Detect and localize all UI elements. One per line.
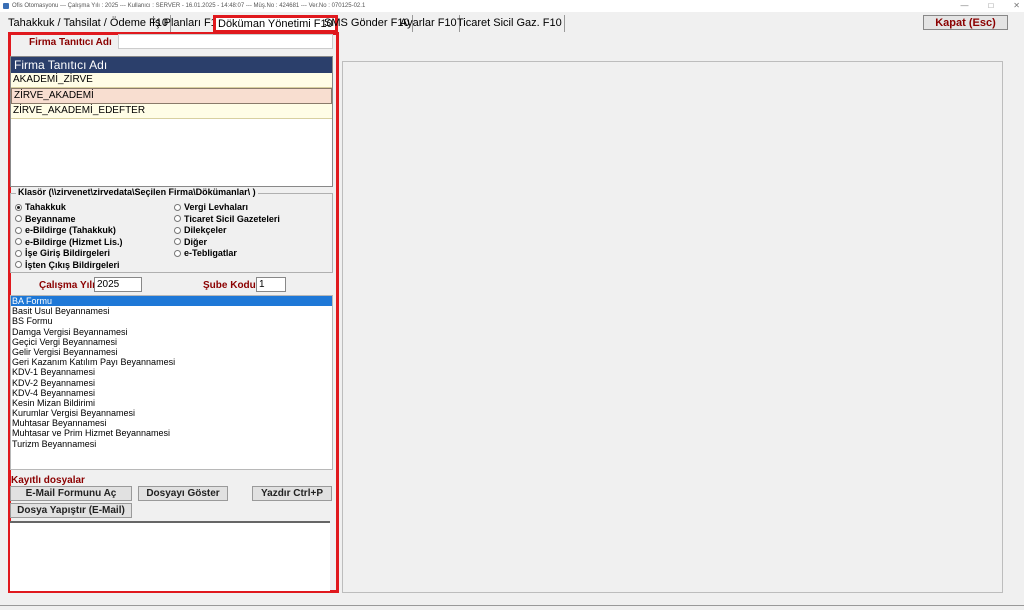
list-item[interactable]: KDV-1 Beyannamesi (11, 367, 332, 377)
radio-isten-cikis[interactable]: İşten Çıkış Bildirgeleri (15, 260, 120, 270)
email-form-button[interactable]: E-Mail Formunu Aç (10, 486, 132, 501)
radio-diger[interactable]: Diğer (174, 237, 207, 247)
firm-filter-label: Firma Tanıtıcı Adı (29, 37, 112, 48)
list-item[interactable]: Gelir Vergisi Beyannamesi (11, 347, 332, 357)
radio-ticaret-sicil[interactable]: Ticaret Sicil Gazeteleri (174, 214, 280, 224)
tab-ticaret-sicil[interactable]: Ticaret Sicil Gaz. F10 (455, 15, 565, 32)
tab-bar: Tahakkuk / Tahsilat / Ödeme F10 İş Planl… (0, 15, 1024, 33)
list-item[interactable]: Muhtasar ve Prim Hizmet Beyannamesi (11, 428, 332, 438)
firm-list: Firma Tanıtıcı Adı AKADEMİ_ZİRVE ZİRVE_A… (10, 56, 333, 187)
list-item[interactable]: Basit Usul Beyannamesi (11, 306, 332, 316)
work-year-label: Çalışma Yılı (39, 280, 95, 291)
minimize-icon[interactable]: — (960, 0, 968, 12)
list-item[interactable]: Muhtasar Beyannamesi (11, 418, 332, 428)
radio-ise-giris[interactable]: İşe Giriş Bildirgeleri (15, 248, 110, 258)
window-title: Ofis Otomasyonu --- Çalışma Yılı : 2025 … (12, 3, 366, 9)
saved-files-list[interactable] (10, 521, 330, 591)
list-item[interactable]: Turizm Beyannamesi (11, 439, 332, 449)
close-window-icon[interactable]: ✕ (1013, 0, 1020, 12)
list-item[interactable]: BS Formu (11, 316, 332, 326)
radio-icon (174, 203, 181, 211)
list-item[interactable]: Damga Vergisi Beyannamesi (11, 327, 332, 337)
branch-code-input[interactable]: 1 (256, 277, 286, 292)
radio-icon (15, 249, 22, 257)
radio-icon (15, 226, 22, 234)
branch-code-label: Şube Kodu (203, 280, 256, 291)
list-item[interactable]: Kesin Mizan Bildirimi (11, 398, 332, 408)
radio-vergi-levhalari[interactable]: Vergi Levhaları (174, 202, 248, 212)
radio-icon (15, 215, 22, 222)
document-type-list: BA Formu Basit Usul Beyannamesi BS Formu… (10, 295, 333, 470)
folder-group-title: Klasör (\\zirvenet\zirvedata\Seçilen Fir… (16, 187, 258, 197)
radio-icon (174, 226, 181, 234)
radio-e-tebligatlar[interactable]: e-Tebligatlar (174, 248, 237, 258)
list-item-selected[interactable]: BA Formu (11, 296, 332, 307)
window-controls: — □ ✕ (960, 0, 1020, 12)
app-icon (3, 3, 9, 9)
radio-icon (15, 238, 22, 245)
radio-icon (174, 249, 181, 257)
list-item[interactable]: Kurumlar Vergisi Beyannamesi (11, 408, 332, 418)
firm-row[interactable]: ZİRVE_AKADEMİ_EDEFTER (11, 104, 332, 119)
print-button[interactable]: Yazdır Ctrl+P (252, 486, 332, 501)
radio-tahakkuk[interactable]: Tahakkuk (15, 202, 66, 212)
paste-file-button[interactable]: Dosya Yapıştır (E-Mail) (10, 503, 132, 518)
radio-beyanname[interactable]: Beyanname (15, 214, 76, 224)
maximize-icon[interactable]: □ (988, 0, 993, 12)
radio-icon (15, 261, 22, 268)
tab-tahakkuk[interactable]: Tahakkuk / Tahsilat / Ödeme F10 (6, 15, 171, 32)
close-button[interactable]: Kapat (Esc) (923, 15, 1008, 30)
radio-selected-icon (15, 203, 22, 211)
saved-files-label: Kayıtlı dosyalar (11, 475, 85, 486)
radio-icon (174, 215, 181, 222)
firm-filter-input[interactable] (118, 34, 333, 49)
radio-ebildirge-hizmet[interactable]: e-Bildirge (Hizmet Lis.) (15, 237, 123, 247)
tab-ayarlar[interactable]: Ayarlar F10 (398, 15, 460, 32)
firm-row-selected[interactable]: ZİRVE_AKADEMİ (11, 88, 332, 104)
radio-icon (174, 238, 181, 245)
firm-list-header: Firma Tanıtıcı Adı (11, 57, 332, 73)
document-preview-panel (342, 61, 1003, 593)
work-year-input[interactable]: 2025 (94, 277, 142, 292)
tab-dokuman-yonetimi[interactable]: Döküman Yönetimi F10 (213, 15, 338, 33)
firm-row[interactable]: AKADEMİ_ZİRVE (11, 73, 332, 88)
list-item[interactable]: Geçici Vergi Beyannamesi (11, 337, 332, 347)
list-item[interactable]: Geri Kazanım Katılım Payı Beyannamesi (11, 357, 332, 367)
list-item[interactable]: KDV-4 Beyannamesi (11, 388, 332, 398)
radio-dilekceler[interactable]: Dilekçeler (174, 225, 227, 235)
radio-ebildirge-tahakkuk[interactable]: e-Bildirge (Tahakkuk) (15, 225, 116, 235)
list-item[interactable]: KDV-2 Beyannamesi (11, 378, 332, 388)
show-file-button[interactable]: Dosyayı Göster (138, 486, 228, 501)
bottom-divider (0, 605, 1024, 606)
folder-group: Klasör (\\zirvenet\zirvedata\Seçilen Fir… (10, 187, 333, 273)
title-bar: Ofis Otomasyonu --- Çalışma Yılı : 2025 … (0, 0, 1024, 12)
